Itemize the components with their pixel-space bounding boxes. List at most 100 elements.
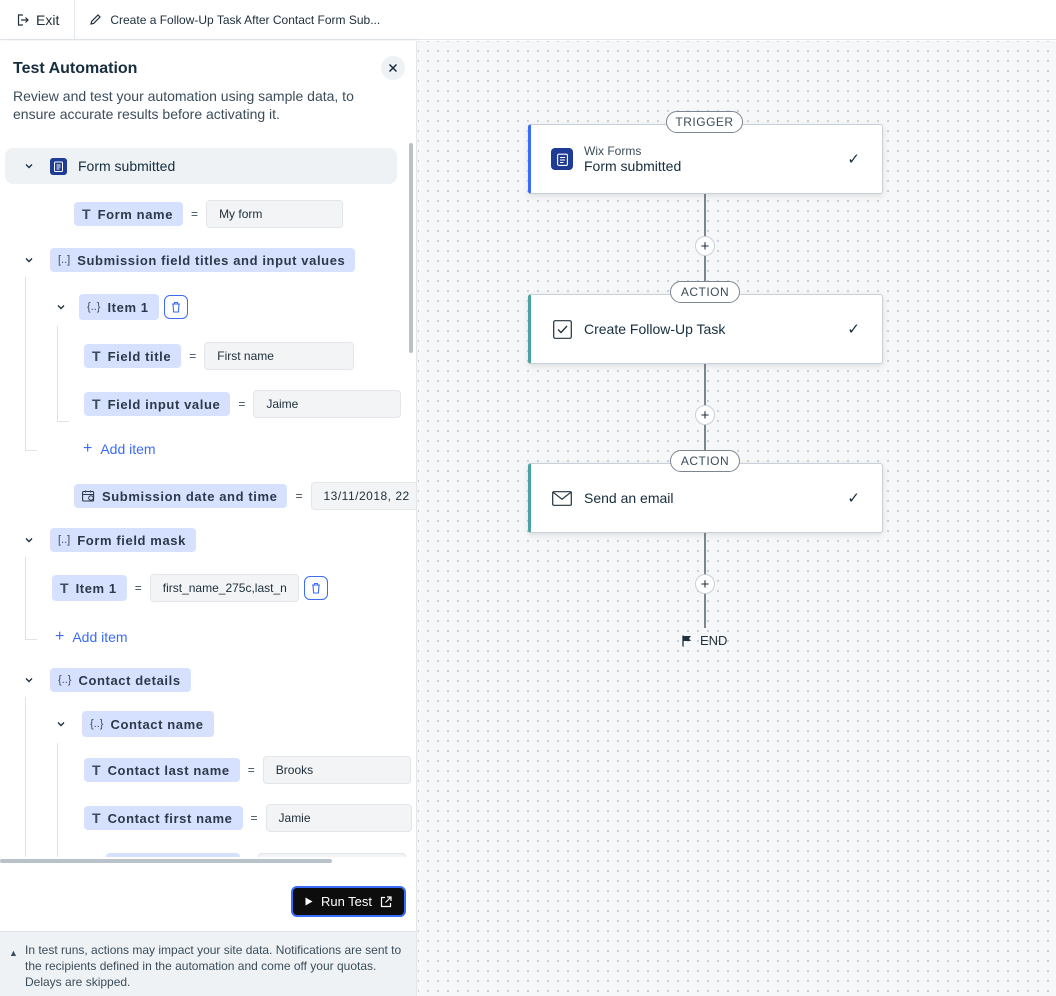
add-step-button[interactable]: + [695, 574, 715, 594]
contact-last-name-label: Contact last name [107, 762, 230, 778]
text-type-icon: T [92, 810, 101, 826]
form-name-pill[interactable]: T Form name [74, 202, 184, 226]
close-icon [388, 63, 398, 73]
equals-sign: = [191, 207, 199, 221]
tree-line [25, 277, 26, 451]
warning-icon: ▲ [9, 948, 18, 958]
trigger-tag: TRIGGER [666, 111, 743, 133]
test-automation-panel: Test Automation Review and test your aut… [0, 41, 417, 996]
contact-details-label: Contact details [78, 672, 181, 688]
check-icon: ✓ [847, 151, 860, 168]
form-field-mask-label: Form field mask [77, 532, 186, 548]
submission-date-input[interactable]: 13/11/2018, 22 [310, 482, 416, 510]
array-icon: [..] [58, 534, 71, 546]
contact-name-row: {..} Contact name [82, 711, 214, 737]
add-item-button[interactable]: + Add item [83, 440, 156, 458]
add-item-label: Add item [72, 629, 128, 645]
run-test-label: Run Test [320, 894, 373, 909]
add-step-button[interactable]: + [695, 405, 715, 425]
automation-title-text: Create a Follow-Up Task After Contact Fo… [110, 12, 381, 27]
submission-item-pill[interactable]: {..} Item 1 [79, 294, 159, 320]
trigger-node[interactable]: Wix Forms Form submitted ✓ [528, 124, 883, 194]
text-type-icon: T [92, 396, 101, 412]
action-name: Send an email [584, 490, 674, 506]
close-button[interactable] [381, 56, 405, 80]
contact-first-name-label: Contact first name [107, 810, 233, 826]
trigger-form-submitted-row[interactable]: Form submitted [5, 148, 397, 184]
contact-last-name-row: T Contact last name = Brooks [84, 756, 411, 784]
submission-date-row: Submission date and time = 13/11/2018, 2… [74, 482, 416, 510]
object-icon: {..} [87, 301, 101, 313]
vertical-scrollbar[interactable] [409, 143, 413, 353]
submission-item-row: {..} Item 1 [79, 294, 188, 320]
field-input-input[interactable]: Jaime [253, 390, 402, 418]
text-type-icon: T [60, 580, 69, 596]
mask-item-row: T Item 1 = first_name_275c,last_n [52, 574, 328, 602]
field-title-pill[interactable]: T Field title [84, 344, 182, 368]
add-item-row: + Add item [55, 628, 128, 646]
action-node-send-email[interactable]: Send an email ✓ [528, 463, 883, 533]
mask-item-input[interactable]: first_name_275c,last_n [149, 574, 299, 602]
tree-line [25, 697, 26, 857]
submission-date-label: Submission date and time [102, 488, 278, 504]
form-field-mask-pill[interactable]: [..] Form field mask [50, 528, 196, 552]
horizontal-scrollbar[interactable] [0, 859, 332, 863]
panel-title: Test Automation [13, 60, 138, 77]
contact-last-name-input[interactable]: Brooks [262, 756, 411, 784]
field-title-input[interactable]: First name [204, 342, 355, 370]
tree-line [57, 421, 69, 422]
play-icon [305, 897, 313, 906]
flag-icon [682, 635, 691, 646]
contact-details-pill[interactable]: {..} Contact details [50, 668, 191, 692]
contact-last-name-pill[interactable]: T Contact last name [84, 758, 240, 782]
calendar-icon [82, 490, 95, 502]
text-type-icon: T [82, 206, 91, 222]
form-name-input[interactable]: My form [206, 200, 344, 228]
field-input-pill[interactable]: T Field input value [84, 392, 231, 416]
mask-item-pill[interactable]: T Item 1 [52, 575, 127, 601]
array-icon: [..] [58, 254, 71, 266]
field-input-label: Field input value [107, 396, 221, 412]
submission-item-label: Item 1 [107, 299, 149, 315]
submission-fields-row: [..] Submission field titles and input va… [50, 248, 356, 272]
action-node-create-task[interactable]: Create Follow-Up Task ✓ [528, 294, 883, 364]
notice-text: In test runs, actions may impact your si… [25, 943, 402, 989]
chevron-down-icon[interactable] [24, 675, 34, 685]
chevron-down-icon[interactable] [24, 535, 34, 545]
trigger-label: Form submitted [78, 158, 176, 174]
tree-line [25, 557, 26, 639]
chevron-down-icon[interactable] [56, 719, 66, 729]
wix-forms-icon [50, 157, 67, 175]
delete-item-button[interactable] [163, 295, 188, 319]
plus-icon: + [83, 440, 93, 457]
form-name-row: T Form name = My form [74, 200, 344, 228]
delete-item-button[interactable] [303, 576, 328, 600]
submission-date-pill[interactable]: Submission date and time [74, 484, 288, 508]
contact-name-pill[interactable]: {..} Contact name [82, 711, 214, 737]
add-step-button[interactable]: + [695, 236, 715, 256]
contact-first-name-pill[interactable]: T Contact first name [84, 806, 243, 830]
add-item-button[interactable]: + Add item [55, 628, 128, 646]
top-bar: Exit Create a Follow-Up Task After Conta… [0, 0, 1056, 40]
add-item-row: + Add item [83, 440, 156, 458]
automation-title[interactable]: Create a Follow-Up Task After Contact Fo… [90, 13, 380, 27]
object-icon: {..} [58, 674, 72, 686]
check-icon: ✓ [847, 490, 860, 507]
equals-sign: = [295, 489, 303, 503]
submission-fields-label: Submission field titles and input values [77, 252, 346, 268]
chevron-down-icon[interactable] [24, 161, 34, 171]
exit-icon [17, 13, 29, 26]
plus-icon: + [55, 628, 65, 645]
contact-first-name-input[interactable]: Jamie [265, 804, 412, 832]
text-type-icon: T [92, 762, 101, 778]
submission-fields-pill[interactable]: [..] Submission field titles and input va… [50, 248, 356, 272]
chevron-down-icon[interactable] [56, 302, 66, 312]
field-input-row: T Field input value = Jaime [84, 390, 402, 418]
exit-button[interactable]: Exit [17, 12, 59, 28]
run-test-button[interactable]: Run Test [291, 886, 406, 917]
panel-description: Review and test your automation using sa… [13, 88, 354, 122]
envelope-icon [551, 487, 573, 509]
check-icon: ✓ [847, 321, 860, 338]
chevron-down-icon[interactable] [24, 255, 34, 265]
trash-icon [311, 582, 320, 594]
